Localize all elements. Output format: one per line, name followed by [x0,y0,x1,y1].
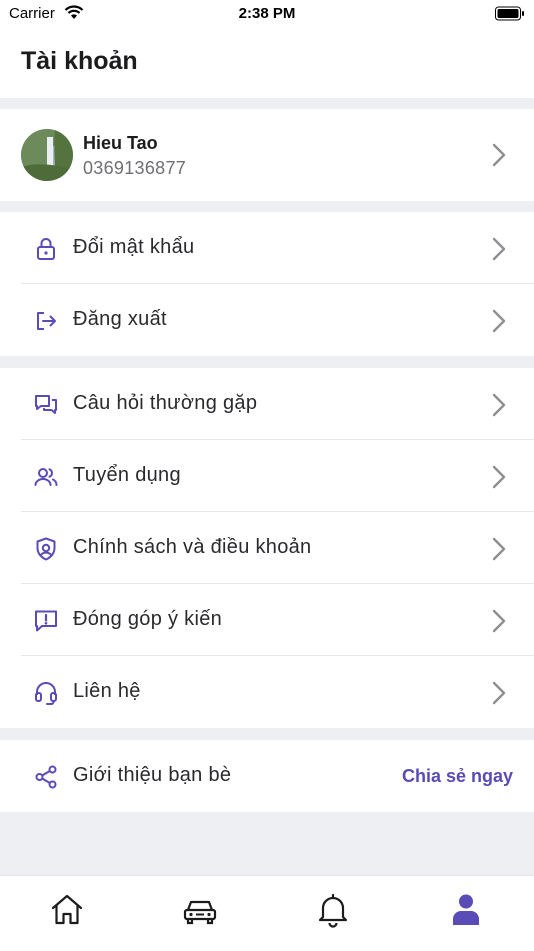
headset-icon [35,682,57,705]
home-icon[interactable] [47,890,87,930]
chevron-right-icon [492,537,506,561]
menu-item-feedback[interactable]: Đóng góp ý kiến [0,584,534,656]
chevron-right-icon [492,309,506,333]
chevron-right-icon [492,237,506,261]
chevron-right-icon [492,465,506,489]
header: Tài khoản [0,30,534,98]
profile-name: Hieu Tao [83,133,158,153]
menu-item-label: Câu hỏi thường gặp [73,392,258,414]
menu-item-policy[interactable]: Chính sách và điều khoản [0,512,534,584]
page-title: Tài khoản [21,47,138,75]
info-menu: Câu hỏi thường gặp Tuyển dụng Chính sách… [0,368,534,728]
chevron-right-icon [492,143,506,167]
menu-item-label: Tuyển dụng [73,464,181,486]
bell-icon[interactable] [313,890,353,930]
users-icon [34,468,58,486]
menu-item-recruitment[interactable]: Tuyển dụng [0,440,534,512]
avatar [21,129,73,181]
menu-item-label: Liên hệ [73,680,141,702]
referral-row: Giới thiệu bạn bè Chia sẻ ngay [0,740,534,812]
shield-icon [36,537,56,561]
menu-item-label: Chính sách và điều khoản [73,536,312,558]
status-time: 2:38 PM [238,5,296,22]
logout-icon [37,312,56,330]
share-icon [35,765,57,789]
feedback-icon [35,610,57,632]
lock-icon [37,238,55,260]
status-bar: Carrier 2:38 PM [0,0,534,30]
menu-item-logout[interactable]: Đăng xuất [0,284,534,356]
chat-bubbles-icon [35,395,57,414]
chevron-right-icon [492,393,506,417]
car-icon[interactable] [180,890,220,930]
share-now-link[interactable]: Chia sẻ ngay [402,766,513,787]
menu-item-refer-friends: Giới thiệu bạn bè Chia sẻ ngay [0,740,534,812]
chevron-right-icon [492,609,506,633]
menu-item-label: Đóng góp ý kiến [73,608,223,630]
profile-phone: 0369136877 [83,158,187,178]
battery-icon [495,6,524,21]
user-icon[interactable] [446,890,486,930]
menu-item-contact[interactable]: Liên hệ [0,656,534,728]
menu-item-label: Đổi mật khẩu [73,236,195,258]
menu-item-change-password[interactable]: Đổi mật khẩu [0,212,534,284]
chevron-right-icon [492,681,506,705]
profile-card[interactable]: Hieu Tao 0369136877 [0,109,534,201]
menu-item-faq[interactable]: Câu hỏi thường gặp [0,368,534,440]
account-menu: Đổi mật khẩu Đăng xuất [0,212,534,356]
menu-item-label: Giới thiệu bạn bè [73,764,232,786]
menu-item-label: Đăng xuất [73,308,167,330]
tab-bar [0,875,534,951]
